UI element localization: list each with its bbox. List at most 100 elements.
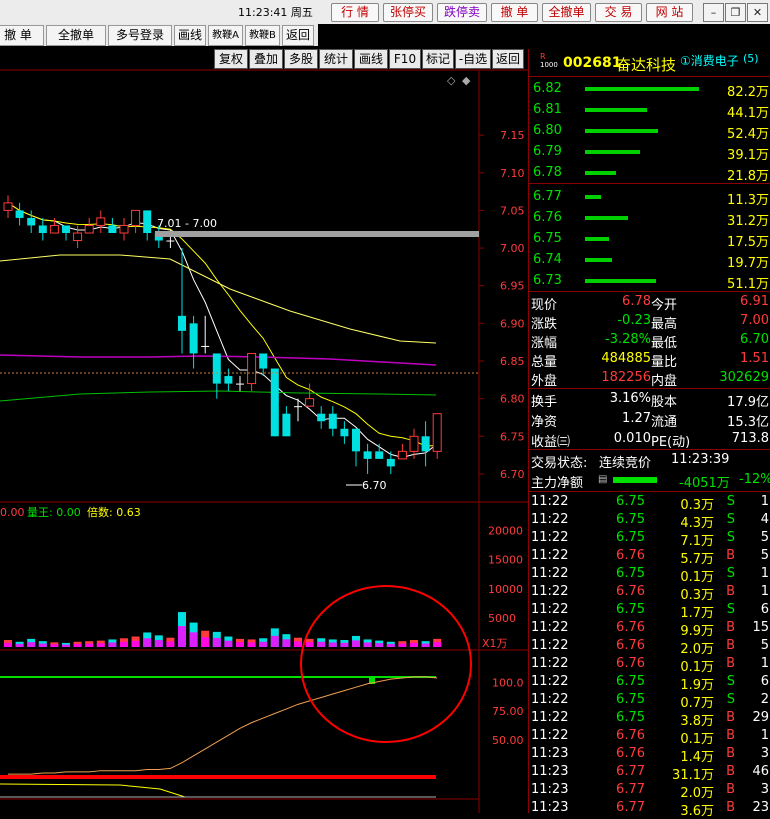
price-axis-label: 7.10 bbox=[500, 167, 525, 180]
trade-button[interactable]: 交 易 bbox=[595, 3, 642, 22]
range-annotation: 7.01 - 7.00 bbox=[157, 217, 217, 230]
cancel-order-tool-button[interactable]: 撤 单 bbox=[0, 25, 44, 46]
back-button[interactable]: 返回 bbox=[282, 25, 314, 46]
quote-row: 外盘 182256 内盘 302629 bbox=[529, 368, 770, 389]
toolbar-spacer bbox=[318, 24, 770, 46]
clock-display: 11:23:41 周五 bbox=[238, 6, 313, 19]
bid-volume-bar bbox=[585, 237, 609, 241]
volume-overlay-bar bbox=[398, 643, 407, 647]
ask-price: 6.82 bbox=[533, 81, 562, 96]
tick-time: 11:22 bbox=[531, 656, 569, 671]
restore-icon[interactable]: ❐ bbox=[725, 3, 746, 22]
order-toolbar: 撤 单 全撤单 多号登录 画线 教鞭A 教鞭B 返回 bbox=[0, 24, 318, 46]
price-axis-label: 6.90 bbox=[500, 317, 525, 330]
fund-label: 股本 bbox=[651, 395, 678, 410]
price-axis-label: 7.00 bbox=[500, 242, 525, 255]
tick-row: 11:22 6.76 5.7万 B 5 bbox=[529, 546, 770, 567]
divider bbox=[529, 183, 770, 184]
volume-overlay-bar bbox=[294, 641, 302, 647]
tick-time: 11:22 bbox=[531, 710, 569, 725]
volume-overlay-bar bbox=[247, 642, 256, 647]
quote-row: 现价 6.78 今开 6.91 bbox=[529, 292, 770, 313]
tick-price: 6.75 bbox=[616, 602, 645, 617]
cancel-all-button[interactable]: 全撤单 bbox=[542, 3, 591, 22]
candle-body-down bbox=[189, 323, 198, 354]
tick-count: 6 bbox=[760, 674, 769, 689]
quote-panel: R 1000 002681 奋达科技 ①消费电子 (5) 6.82 82.2万 6.… bbox=[528, 49, 770, 819]
tick-count: 2 bbox=[760, 692, 769, 707]
ask-row: 6.79 39.1万 bbox=[529, 142, 770, 163]
candle-body-down bbox=[143, 210, 152, 233]
tick-count: 1 bbox=[760, 494, 769, 509]
cancel-order-button[interactable]: 撤 单 bbox=[491, 3, 538, 22]
limit-down-sell-button[interactable]: 跌停卖 bbox=[437, 3, 487, 22]
volume-overlay-bar bbox=[178, 626, 186, 647]
ma-60-line bbox=[0, 390, 437, 402]
concept-tag[interactable]: ①消费电子 bbox=[680, 52, 739, 69]
volume-overlay-bar bbox=[154, 640, 163, 647]
trade-status-row: 交易状态: 连续竞价 11:23:39 bbox=[529, 450, 770, 471]
price-axis-label: 6.75 bbox=[500, 430, 525, 443]
volume-overlay-bar bbox=[166, 641, 175, 647]
bid-row: 6.76 31.2万 bbox=[529, 208, 770, 229]
ask-price: 6.79 bbox=[533, 144, 562, 159]
candle-body-up bbox=[397, 450, 407, 460]
stock-name[interactable]: 奋达科技 bbox=[616, 54, 676, 75]
quote-button[interactable]: 行 情 bbox=[331, 3, 379, 22]
multi-login-button[interactable]: 多号登录 bbox=[108, 25, 172, 46]
fund-value: 3.16% bbox=[609, 391, 651, 406]
tick-price: 6.76 bbox=[616, 548, 645, 563]
chart-area[interactable]: ◇ ◆ 7.15 7.10 7.05 7.00 6.95 6.90 6.85 6.80 6.75… bbox=[0, 49, 528, 813]
tick-volume: 3.6万 bbox=[680, 804, 714, 819]
pointer-b-button[interactable]: 教鞭B bbox=[245, 25, 280, 46]
tick-price: 6.76 bbox=[616, 728, 645, 743]
close-icon[interactable]: ✕ bbox=[747, 3, 768, 22]
fund-label: 收益㈢ bbox=[531, 435, 571, 450]
cancel-all-tool-button[interactable]: 全撤单 bbox=[46, 25, 106, 46]
margin-badge: R 1000 bbox=[540, 52, 558, 70]
candle-body-up bbox=[73, 232, 83, 242]
volume-overlay-bar bbox=[375, 643, 384, 647]
website-button[interactable]: 网 站 bbox=[646, 3, 693, 22]
candle-body-up bbox=[96, 217, 106, 226]
tick-row: 11:22 6.76 0.3万 B 1 bbox=[529, 582, 770, 603]
tick-price: 6.76 bbox=[616, 620, 645, 635]
ask-volume-bar bbox=[585, 108, 647, 112]
limit-up-buy-button[interactable]: 张停买 bbox=[383, 3, 433, 22]
tick-row: 11:22 6.75 0.7万 S 2 bbox=[529, 690, 770, 711]
tick-count: 1 bbox=[760, 656, 769, 671]
quote-value: 484885 bbox=[601, 351, 651, 366]
candle-body-down bbox=[38, 225, 47, 233]
fund-label: 净资 bbox=[531, 415, 558, 430]
volume-overlay-bar bbox=[143, 638, 152, 647]
candle-body-down bbox=[259, 353, 268, 369]
tick-time: 11:22 bbox=[531, 602, 569, 617]
minimize-icon[interactable]: – bbox=[703, 3, 724, 22]
tick-count: 6 bbox=[760, 602, 769, 617]
list-icon: ▤ bbox=[598, 474, 608, 485]
indicator-axis-label: 50.00 bbox=[492, 734, 524, 747]
resistance-band bbox=[155, 231, 479, 237]
candle-body-down bbox=[363, 451, 372, 459]
low-annotation: 6.70 bbox=[362, 479, 387, 492]
volume-overlay-bar bbox=[38, 643, 47, 647]
candle-body-down bbox=[352, 428, 360, 452]
tick-count: 15 bbox=[752, 620, 769, 635]
candle-body-up bbox=[131, 209, 141, 226]
moving-average-lines bbox=[0, 202, 438, 458]
tick-row: 11:22 6.75 1.7万 S 6 bbox=[529, 600, 770, 621]
stock-code[interactable]: 002681 bbox=[563, 55, 621, 71]
candle-body-down bbox=[328, 413, 337, 429]
draw-line-button[interactable]: 画线 bbox=[174, 25, 206, 46]
tick-row: 11:22 6.75 0.1万 S 1 bbox=[529, 564, 770, 585]
indicator-axis: 100.0 75.00 50.00 bbox=[492, 677, 524, 747]
fund-value: 15.3亿 bbox=[727, 415, 769, 430]
price-axis-label: 6.80 bbox=[500, 393, 525, 406]
ma-20-line bbox=[0, 254, 437, 344]
tick-time: 11:22 bbox=[531, 494, 569, 509]
volume-overlay-bar bbox=[386, 643, 395, 647]
tick-price: 6.75 bbox=[616, 674, 645, 689]
tick-price: 6.76 bbox=[616, 746, 645, 761]
tick-time: 11:23 bbox=[531, 782, 569, 797]
pointer-a-button[interactable]: 教鞭A bbox=[208, 25, 243, 46]
